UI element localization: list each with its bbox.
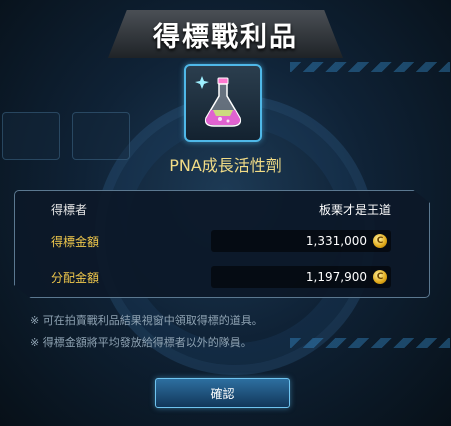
winner-name: 板栗才是王道 [318, 202, 391, 217]
gold-coin-icon: C [373, 270, 387, 284]
item-slot[interactable] [184, 64, 262, 142]
winning-bid-label: 得標金額 [51, 234, 100, 249]
pink-potion-flask-icon [195, 76, 242, 127]
dialog-title-bar: 得標戰利品 [108, 10, 343, 58]
winner-label: 得標者 [51, 202, 88, 217]
bid-result-panel: 得標者 板栗才是王道 得標金額 1,331,000 C 分配金額 1,197,9… [14, 190, 430, 298]
gold-coin-icon: C [373, 234, 387, 248]
note-distribution: ※ 得標金額將平均發放給得標者以外的隊員。 [30, 336, 252, 349]
item-name: PNA成長活性劑 [169, 156, 282, 175]
winning-bid-amount-box: 1,331,000 C [211, 230, 391, 252]
note-claim-item: ※ 可在拍賣戰利品結果視窗中領取得標的道具。 [30, 314, 263, 327]
distributed-amount: 1,197,900 [305, 270, 367, 284]
distributed-amount-box: 1,197,900 C [211, 266, 391, 288]
auction-loot-dialog: 得標戰利品 PNA成長活性劑 得標者 板栗才是王道 得標金額 1,331,000… [0, 0, 451, 426]
distributed-amount-row: 分配金額 1,197,900 C [51, 265, 391, 289]
distributed-amount-label: 分配金額 [51, 270, 100, 285]
winning-bid-row: 得標金額 1,331,000 C [51, 229, 391, 253]
confirm-button[interactable]: 確認 [155, 378, 290, 408]
winning-bid-amount: 1,331,000 [305, 234, 367, 248]
dialog-title: 得標戰利品 [153, 21, 298, 53]
winner-row: 得標者 板栗才是王道 [51, 197, 391, 221]
